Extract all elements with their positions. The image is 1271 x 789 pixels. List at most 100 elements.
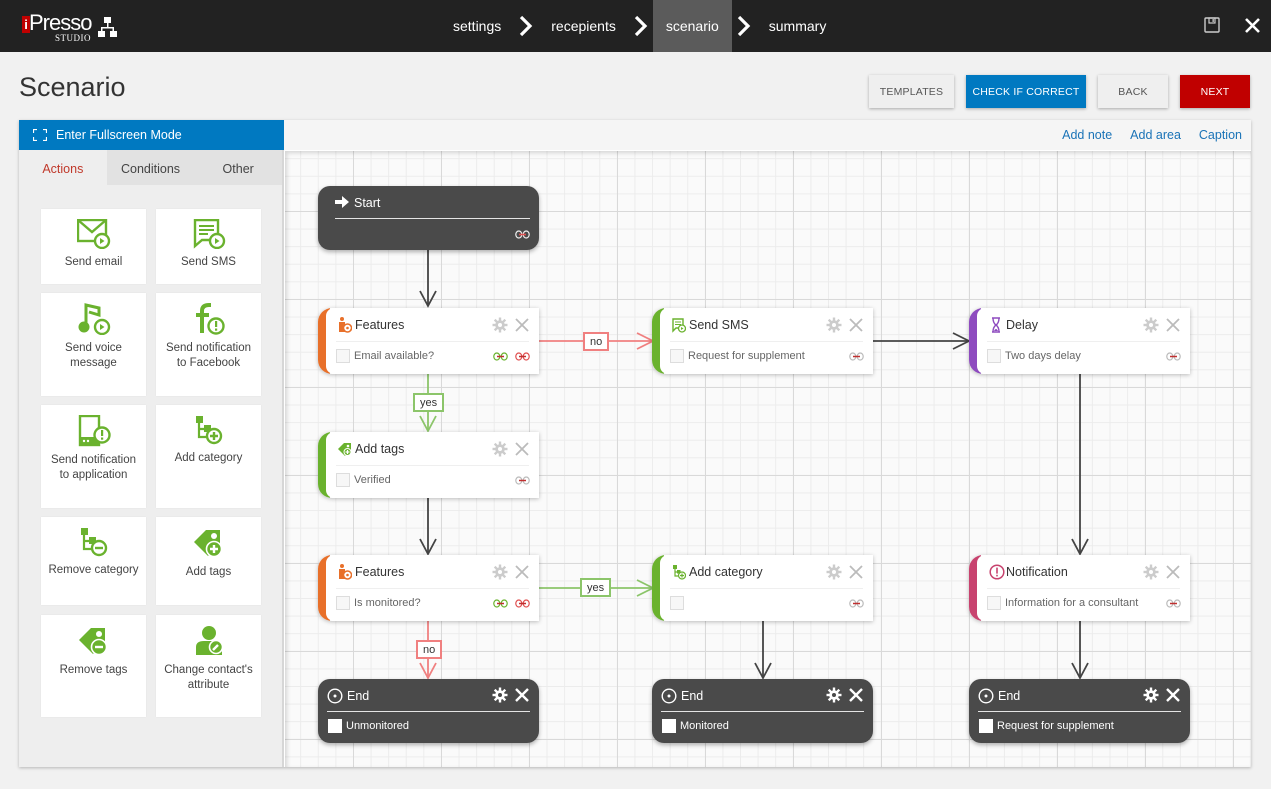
gear-icon[interactable] (492, 687, 508, 703)
close-icon[interactable] (1165, 564, 1181, 580)
close-icon[interactable] (514, 564, 530, 580)
link-icon[interactable] (849, 599, 864, 608)
wizard-step-scenario[interactable]: scenario (652, 0, 732, 52)
gear-icon[interactable] (1143, 687, 1159, 703)
gear-icon[interactable] (492, 317, 508, 333)
email-send-icon (76, 219, 110, 249)
edge-label-no[interactable]: no (583, 332, 610, 351)
start-node[interactable]: Start (318, 186, 539, 250)
node-title: End (998, 689, 1021, 703)
node-checkbox[interactable] (987, 596, 1001, 610)
gear-icon[interactable] (826, 564, 842, 580)
link-yes-icon[interactable] (493, 352, 508, 361)
node-checkbox[interactable] (979, 719, 993, 733)
voice-message-icon (78, 303, 110, 335)
close-icon[interactable] (848, 317, 864, 333)
gear-icon[interactable] (1143, 317, 1159, 333)
canvas-toolbar: Add note Add area Caption (284, 120, 1251, 150)
wizard-step-recepients[interactable]: recepients (538, 0, 629, 52)
node-checkbox[interactable] (662, 719, 676, 733)
add-tag-icon (193, 530, 222, 558)
node-subtitle: Unmonitored (346, 720, 409, 732)
tile-add-tags[interactable]: Add tags (156, 517, 261, 605)
node-checkbox[interactable] (336, 473, 350, 487)
add-note-link[interactable]: Add note (1062, 128, 1112, 142)
link-no-icon[interactable] (515, 599, 530, 608)
node-features-email[interactable]: Features Email available? (318, 308, 539, 374)
gear-icon[interactable] (1143, 564, 1159, 580)
tile-remove-tags[interactable]: Remove tags (41, 615, 146, 717)
templates-button[interactable]: TEMPLATES (869, 75, 954, 108)
close-icon[interactable] (1165, 317, 1181, 333)
node-add-category[interactable]: Add category (652, 555, 873, 621)
divider (987, 341, 1180, 342)
gear-icon[interactable] (826, 317, 842, 333)
gear-icon[interactable] (492, 564, 508, 580)
tab-other[interactable]: Other (194, 150, 283, 185)
edge-label-no[interactable]: no (416, 640, 443, 659)
wizard-step-summary[interactable]: summary (756, 0, 840, 52)
back-button[interactable]: BACK (1098, 75, 1168, 108)
close-icon[interactable] (514, 687, 530, 703)
link-icon[interactable] (1166, 599, 1181, 608)
tile-send-voice-message[interactable]: Send voice message (41, 293, 146, 396)
node-checkbox[interactable] (336, 596, 350, 610)
node-notification[interactable]: Notification Information for a consultan… (969, 555, 1190, 621)
node-features-monitored[interactable]: Features Is monitored? (318, 555, 539, 621)
edge-label-yes[interactable]: yes (413, 393, 445, 412)
save-icon[interactable] (1201, 14, 1223, 36)
node-checkbox[interactable] (670, 349, 684, 363)
check-if-correct-button[interactable]: CHECK IF CORRECT (966, 75, 1086, 108)
fullscreen-toggle[interactable]: Enter Fullscreen Mode (19, 120, 284, 150)
node-delay[interactable]: Delay Two days delay (969, 308, 1190, 374)
end-circle-icon (978, 688, 994, 704)
node-add-tags[interactable]: Add tags Verified (318, 432, 539, 498)
node-subtitle: Email available? (354, 350, 435, 362)
arrow-right-icon (335, 196, 349, 208)
tile-send-notification-application[interactable]: Send notification to application (41, 405, 146, 508)
close-icon[interactable] (848, 687, 864, 703)
close-icon[interactable] (1241, 14, 1263, 36)
link-icon[interactable] (515, 230, 530, 239)
wizard-step-settings[interactable]: settings (440, 0, 514, 52)
link-no-icon[interactable] (515, 352, 530, 361)
close-icon[interactable] (848, 564, 864, 580)
end-node-monitored[interactable]: End Monitored (652, 679, 873, 743)
node-checkbox[interactable] (987, 349, 1001, 363)
next-button[interactable]: NEXT (1180, 75, 1250, 108)
scenario-canvas[interactable]: Start Features Email available? Send SMS… (285, 151, 1251, 767)
close-icon[interactable] (514, 317, 530, 333)
tile-send-email[interactable]: Send email (41, 209, 146, 284)
tile-send-notification-facebook[interactable]: Send notification to Facebook (156, 293, 261, 396)
link-icon[interactable] (849, 352, 864, 361)
divider (670, 588, 863, 589)
ipresso-studio-logo: i Presso STUDIO (22, 10, 122, 44)
node-checkbox[interactable] (670, 596, 684, 610)
add-area-link[interactable]: Add area (1130, 128, 1181, 142)
edge-label-yes[interactable]: yes (580, 578, 612, 597)
node-send-sms[interactable]: Send SMS Request for supplement (652, 308, 873, 374)
tile-change-contact-attribute[interactable]: Change contact's attribute (156, 615, 261, 717)
caption-link[interactable]: Caption (1199, 128, 1242, 142)
alert-icon (989, 564, 1005, 580)
end-node-unmonitored[interactable]: End Unmonitored (318, 679, 539, 743)
tile-label: Send voice message (65, 342, 122, 369)
link-yes-icon[interactable] (493, 599, 508, 608)
link-icon[interactable] (515, 476, 530, 485)
close-icon[interactable] (514, 441, 530, 457)
tile-remove-category[interactable]: Remove category (41, 517, 146, 605)
end-node-request-supplement[interactable]: End Request for supplement (969, 679, 1190, 743)
tab-actions[interactable]: Actions (19, 150, 107, 185)
gear-icon[interactable] (826, 687, 842, 703)
chevron-right-icon (732, 0, 756, 52)
gear-icon[interactable] (492, 441, 508, 457)
tile-label: Send notification to application (50, 454, 137, 481)
divider (336, 465, 529, 466)
node-checkbox[interactable] (336, 349, 350, 363)
tile-send-sms[interactable]: Send SMS (156, 209, 261, 284)
node-checkbox[interactable] (328, 719, 342, 733)
close-icon[interactable] (1165, 687, 1181, 703)
tab-conditions[interactable]: Conditions (106, 150, 195, 185)
tile-add-category[interactable]: Add category (156, 405, 261, 508)
link-icon[interactable] (1166, 352, 1181, 361)
